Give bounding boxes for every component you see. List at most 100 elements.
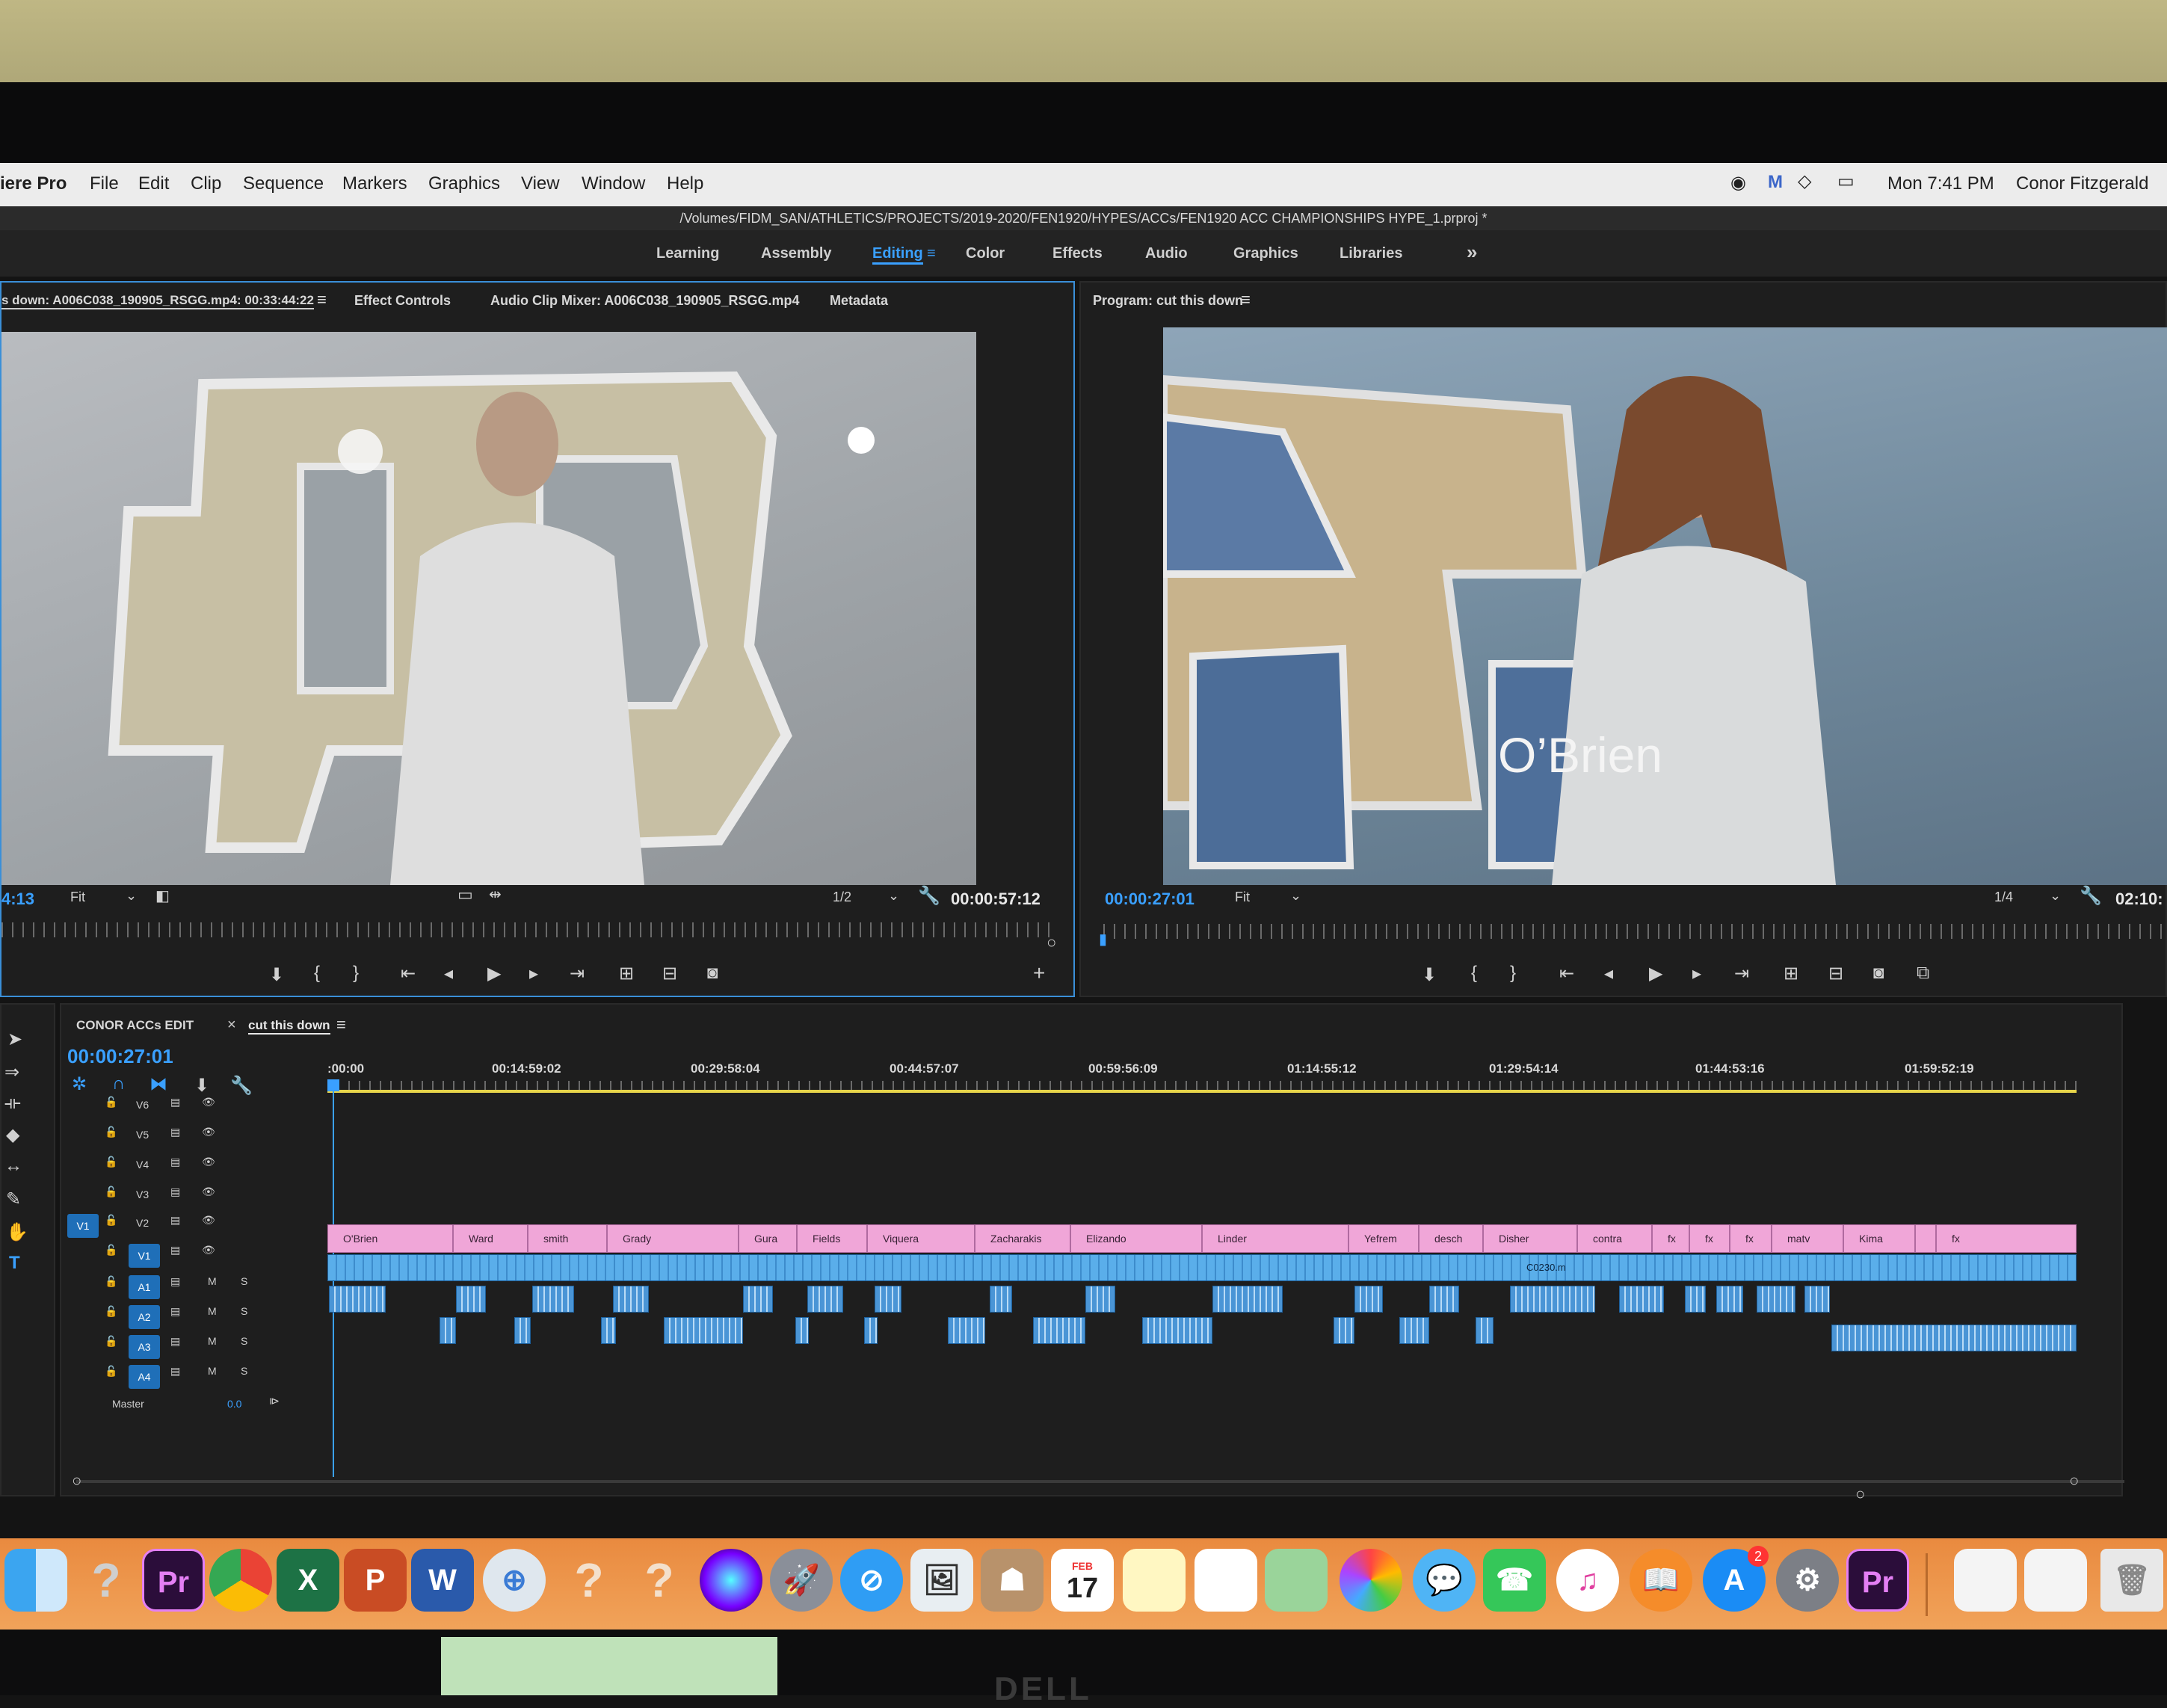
word-icon[interactable]: W [411,1549,474,1612]
step-forward-icon[interactable]: ▸ [529,963,538,984]
menu-graphics[interactable]: Graphics [428,173,500,194]
audio-clip[interactable] [1033,1317,1085,1344]
workspace-editing[interactable]: Editing [872,245,923,265]
lock-icon[interactable]: 🔓 [105,1275,117,1288]
chevron-down-icon[interactable]: ⌄ [126,888,137,904]
tab-audio-clip-mixer[interactable]: Audio Clip Mixer: A006C038_190905_RSGG.m… [490,293,800,309]
title-clip[interactable]: Fields [797,1224,867,1253]
source-time-ruler[interactable] [1,922,1055,937]
wrench-icon[interactable]: 🔧 [2080,885,2102,907]
photos-icon[interactable] [1340,1549,1402,1612]
timeline-horizontal-scrollbar[interactable] [76,1480,2124,1483]
menu-clip[interactable]: Clip [191,173,221,194]
title-clip[interactable]: contra [1577,1224,1652,1253]
step-forward-icon[interactable]: ▸ [1692,963,1701,984]
eye-icon[interactable]: 👁 [202,1244,215,1257]
pen-tool-icon[interactable]: ✎ [6,1188,21,1210]
eye-icon[interactable]: 👁 [202,1156,215,1168]
audio-clip[interactable] [613,1286,649,1313]
track-select-tool-icon[interactable]: ⇒ [4,1061,19,1083]
drag-video-icon[interactable]: ◧ [155,887,170,905]
workspace-color[interactable]: Color [966,245,1005,262]
title-clip[interactable]: Elizando [1070,1224,1202,1253]
unknown-app-icon[interactable]: ? [75,1549,138,1612]
title-clip[interactable]: smith [528,1224,607,1253]
notes-icon[interactable] [1123,1549,1186,1612]
audio-clip[interactable] [601,1317,616,1344]
menu-markers[interactable]: Markers [342,173,407,194]
workspace-audio[interactable]: Audio [1145,245,1188,262]
launchpad-icon[interactable]: 🚀 [770,1549,833,1612]
source-playhead-timecode[interactable]: 4:13 [1,890,34,909]
title-clip[interactable]: Kima [1843,1224,1915,1253]
audio-clip[interactable] [1334,1317,1354,1344]
razor-tool-icon[interactable]: ◆ [6,1124,19,1146]
mute-icon[interactable]: M [208,1365,217,1377]
chevron-down-icon[interactable]: ⌄ [1290,888,1301,904]
title-clip[interactable]: fx [1936,1224,2077,1253]
itunes-icon[interactable]: ♫ [1556,1549,1619,1612]
powerpoint-icon[interactable]: P [344,1549,407,1612]
creative-cloud-icon[interactable]: ◉ [1730,172,1746,194]
eye-icon[interactable]: 👁 [202,1214,215,1227]
menu-file[interactable]: File [90,173,119,194]
workspace-graphics[interactable]: Graphics [1233,245,1298,262]
solo-icon[interactable]: S [241,1275,247,1287]
tab-cut-this-down[interactable]: cut this down [248,1018,330,1035]
sync-lock-icon[interactable]: ▤ [170,1214,180,1227]
insert-icon[interactable]: ⊞ [619,963,634,984]
audio-clip[interactable] [743,1286,773,1313]
title-clip[interactable]: fx [1652,1224,1689,1253]
timeline-ruler[interactable]: :00:00 00:14:59:02 00:29:58:04 00:44:57:… [327,1061,2077,1081]
workspace-effects[interactable]: Effects [1052,245,1103,262]
export-frame-icon[interactable]: ◙ [1873,963,1884,984]
workspace-assembly[interactable]: Assembly [761,245,832,262]
audio-clip[interactable] [1142,1317,1212,1344]
sync-lock-icon[interactable]: ▤ [170,1244,180,1257]
sync-lock-icon[interactable]: ▤ [170,1186,180,1198]
lift-icon[interactable]: ⊞ [1784,963,1798,984]
eye-icon[interactable]: 👁 [202,1186,215,1198]
go-to-end-icon[interactable]: ⧐ [269,1395,280,1408]
audio-clip[interactable] [990,1286,1012,1313]
chevron-down-icon[interactable]: ⌄ [2050,888,2061,904]
mute-icon[interactable]: M [208,1305,217,1317]
add-marker-icon[interactable]: ⬇ [1422,964,1437,986]
mark-in-icon[interactable]: { [1471,963,1477,984]
audio-clip[interactable] [532,1286,574,1313]
mute-icon[interactable]: M [208,1275,217,1287]
scroll-end-handle[interactable]: ○ [1855,1485,1865,1504]
siri-icon[interactable] [700,1549,762,1612]
audio-clip[interactable] [875,1286,901,1313]
audio-clip[interactable] [1685,1286,1706,1313]
program-zoom-select[interactable]: Fit [1235,890,1250,905]
lock-icon[interactable]: 🔓 [105,1335,117,1348]
step-back-icon[interactable]: ◂ [444,963,453,984]
app-menu[interactable]: iere Pro [0,173,67,194]
source-video-frame[interactable] [1,332,976,885]
menu-window[interactable]: Window [582,173,645,194]
menubar-user[interactable]: Conor Fitzgerald [2016,173,2148,194]
title-clip[interactable]: Ward [453,1224,528,1253]
comparison-view-icon[interactable]: ⧉ [1917,963,1929,984]
drag-audio-icon[interactable]: ⇹ [489,885,502,904]
lock-icon[interactable]: 🔓 [105,1214,117,1227]
add-marker-icon[interactable]: ⬇ [269,964,284,986]
play-icon[interactable]: ▶ [487,963,501,984]
title-clip[interactable]: Viquera [867,1224,975,1253]
mark-in-icon[interactable]: { [314,963,320,984]
tab-menu-icon[interactable]: ≡ [336,1015,346,1035]
mark-out-icon[interactable]: } [353,963,359,984]
preview-icon[interactable]: 🖼 [910,1549,973,1612]
play-icon[interactable]: ▶ [1649,963,1662,984]
title-clip[interactable]: matv [1772,1224,1843,1253]
menu-view[interactable]: View [521,173,560,194]
audio-clip[interactable] [1716,1286,1743,1313]
snap-icon[interactable]: ∩ [112,1073,125,1094]
go-to-in-icon[interactable]: ⇤ [1559,963,1574,984]
audio-clip[interactable] [864,1317,878,1344]
audio-clip[interactable] [1354,1286,1383,1313]
documents-stack-icon[interactable] [2024,1549,2087,1612]
workspace-learning[interactable]: Learning [656,245,719,262]
source-resolution-select[interactable]: 1/2 [833,890,851,905]
